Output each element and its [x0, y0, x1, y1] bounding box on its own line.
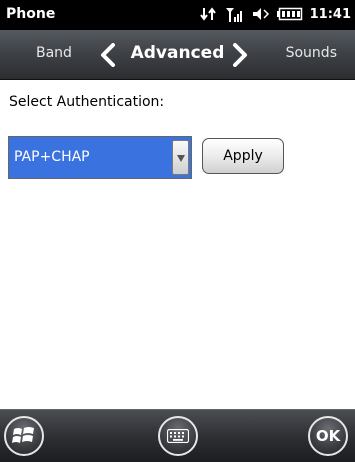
- chevron-right-icon[interactable]: [232, 43, 248, 67]
- speaker-icon: [252, 6, 270, 22]
- status-icons: 11:41: [199, 5, 351, 23]
- dropdown-arrow-button[interactable]: [172, 140, 189, 175]
- ok-button[interactable]: OK: [308, 416, 348, 456]
- signal-icon: [225, 6, 245, 22]
- keyboard-icon: [167, 429, 189, 443]
- main-content: Select Authentication: PAP+CHAP Apply: [0, 80, 355, 409]
- keyboard-button[interactable]: [158, 416, 198, 456]
- app-title: Phone: [6, 6, 56, 22]
- battery-icon: [276, 7, 303, 21]
- status-bar: Phone 11:41: [0, 0, 355, 30]
- auth-dropdown-value: PAP+CHAP: [14, 149, 90, 165]
- auth-dropdown[interactable]: PAP+CHAP: [8, 136, 192, 179]
- ok-label: OK: [315, 427, 341, 445]
- softkey-bar: OK: [0, 409, 355, 462]
- apply-button[interactable]: Apply: [202, 138, 284, 174]
- windows-start-icon: [12, 427, 34, 443]
- chevron-down-icon: [177, 155, 185, 162]
- tab-sounds[interactable]: Sounds: [286, 45, 337, 61]
- tab-navigation: Band Advanced Sounds: [0, 30, 355, 80]
- data-sync-icon: [199, 6, 218, 22]
- auth-label: Select Authentication:: [9, 94, 165, 110]
- clock[interactable]: 11:41: [310, 7, 351, 22]
- start-button[interactable]: [4, 416, 44, 456]
